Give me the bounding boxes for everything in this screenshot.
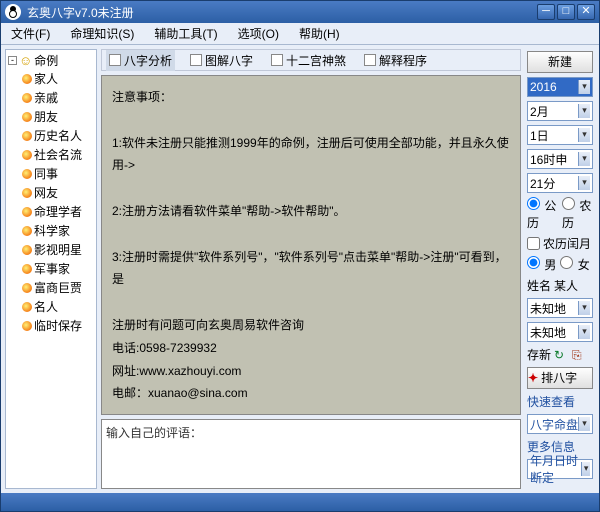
tree-item[interactable]: 军事家 [22, 259, 94, 278]
chevron-down-icon: ▾ [578, 301, 590, 315]
copy-icon[interactable]: ⎘ [572, 348, 586, 362]
tree-item[interactable]: 网友 [22, 183, 94, 202]
tab-icon [364, 54, 376, 66]
year-select[interactable]: 2016▾ [527, 77, 593, 97]
place2-select[interactable]: 未知地▾ [527, 322, 593, 342]
folder-icon [22, 169, 32, 179]
quicklook-label: 快速查看 [527, 393, 593, 410]
name-row: 姓名 某人 [527, 277, 593, 294]
folder-icon [22, 188, 32, 198]
menu-knowledge[interactable]: 命理知识(S) [66, 23, 138, 44]
folder-icon [22, 245, 32, 255]
radio-lunar[interactable]: 农历 [562, 197, 593, 231]
new-button[interactable]: 新建 [527, 51, 593, 73]
leap-checkbox[interactable]: 农历闰月 [527, 235, 593, 252]
chevron-down-icon: ▾ [581, 462, 590, 476]
notice-text: 注意事项： 1:软件未注册只能推测1999年的命例，注册后可使用全部功能，并且永… [101, 75, 521, 415]
folder-icon [22, 150, 32, 160]
tree-item[interactable]: 同事 [22, 164, 94, 183]
comment-input[interactable]: 输入自己的评语： [101, 419, 521, 489]
month-select[interactable]: 2月▾ [527, 101, 593, 121]
window-title: 玄奥八字v7.0未注册 [27, 4, 537, 21]
tab-bar: 八字分析 图解八字 十二宫神煞 解释程序 [101, 49, 521, 71]
folder-icon [22, 226, 32, 236]
chevron-down-icon: ▾ [578, 80, 590, 94]
chevron-down-icon: ▾ [578, 104, 590, 118]
folder-icon [22, 264, 32, 274]
tree-item[interactable]: 命理学者 [22, 202, 94, 221]
tab-chart[interactable]: 图解八字 [187, 50, 256, 71]
paiba-button[interactable]: ✦排八字 [527, 367, 593, 389]
tab-palaces[interactable]: 十二宫神煞 [268, 50, 349, 71]
calendar-radio: 公历 农历 [527, 197, 593, 231]
tree-item[interactable]: 社会名流 [22, 145, 94, 164]
right-panel: 新建 2016▾ 2月▾ 1日▾ 16时申▾ 21分▾ 公历 农历 农历闰月 男… [525, 49, 595, 489]
tree-item[interactable]: 朋友 [22, 107, 94, 126]
sex-radio: 男 女 [527, 256, 593, 273]
smile-icon: ☺ [19, 53, 32, 68]
day-select[interactable]: 1日▾ [527, 125, 593, 145]
folder-icon [22, 207, 32, 217]
menu-file[interactable]: 文件(F) [7, 23, 54, 44]
folder-icon [22, 93, 32, 103]
tree-item[interactable]: 家人 [22, 69, 94, 88]
collapse-icon[interactable]: - [8, 56, 17, 65]
status-bar [1, 493, 599, 511]
minimize-button[interactable]: ─ [537, 4, 555, 20]
chevron-down-icon: ▾ [578, 128, 590, 142]
save-label: 存新 [527, 346, 551, 363]
name-value[interactable]: 某人 [554, 277, 593, 294]
chevron-down-icon: ▾ [578, 152, 590, 166]
hour-select[interactable]: 16时申▾ [527, 149, 593, 169]
tree-root-label: 命例 [34, 52, 58, 69]
close-button[interactable]: ✕ [577, 4, 595, 20]
folder-icon [22, 131, 32, 141]
refresh-icon[interactable]: ↻ [554, 348, 568, 362]
tree-item[interactable]: 影视明星 [22, 240, 94, 259]
tree-panel: - ☺ 命例 家人亲戚朋友历史名人社会名流同事网友命理学者科学家影视明星军事家富… [5, 49, 97, 489]
tree-item[interactable]: 临时保存 [22, 316, 94, 335]
tree-item[interactable]: 科学家 [22, 221, 94, 240]
tab-icon [271, 54, 283, 66]
app-icon [5, 4, 21, 20]
moreinfo-select[interactable]: 年月日时断定▾ [527, 459, 593, 479]
folder-icon [22, 112, 32, 122]
tab-bazi-analysis[interactable]: 八字分析 [106, 50, 175, 71]
tree-item[interactable]: 名人 [22, 297, 94, 316]
tree-item[interactable]: 富商巨贾 [22, 278, 94, 297]
radio-solar[interactable]: 公历 [527, 197, 558, 231]
tree-root[interactable]: - ☺ 命例 [8, 52, 94, 69]
tree-item[interactable]: 亲戚 [22, 88, 94, 107]
tree-item[interactable]: 历史名人 [22, 126, 94, 145]
folder-icon [22, 321, 32, 331]
chevron-down-icon: ▾ [578, 325, 590, 339]
menu-options[interactable]: 选项(O) [234, 23, 283, 44]
maximize-button[interactable]: □ [557, 4, 575, 20]
chevron-down-icon: ▾ [578, 417, 590, 431]
menu-bar: 文件(F) 命理知识(S) 辅助工具(T) 选项(O) 帮助(H) [1, 23, 599, 45]
name-label: 姓名 [527, 277, 551, 294]
title-bar: 玄奥八字v7.0未注册 ─ □ ✕ [1, 1, 599, 23]
quicklook-select[interactable]: 八字命盘▾ [527, 414, 593, 434]
tab-interpret[interactable]: 解释程序 [361, 50, 430, 71]
folder-icon [22, 283, 32, 293]
radio-male[interactable]: 男 [527, 256, 556, 273]
tab-icon [190, 54, 202, 66]
minute-select[interactable]: 21分▾ [527, 173, 593, 193]
radio-female[interactable]: 女 [560, 256, 589, 273]
menu-help[interactable]: 帮助(H) [295, 23, 344, 44]
folder-icon [22, 302, 32, 312]
menu-tools[interactable]: 辅助工具(T) [150, 23, 221, 44]
tab-icon [109, 54, 121, 66]
chevron-down-icon: ▾ [578, 176, 590, 190]
calc-icon: ✦ [528, 368, 538, 388]
place1-select[interactable]: 未知地▾ [527, 298, 593, 318]
folder-icon [22, 74, 32, 84]
